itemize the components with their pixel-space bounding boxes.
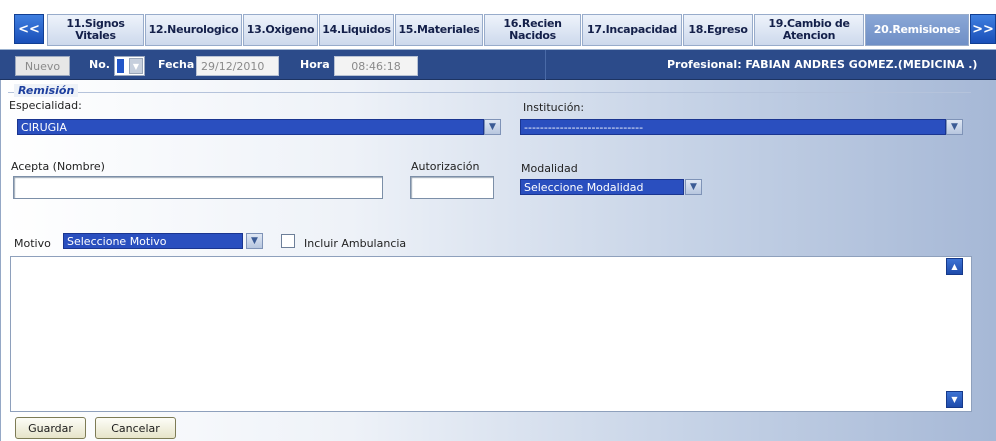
modalidad-label: Modalidad [521,162,578,175]
institucion-select[interactable]: ------------------------------ [520,119,946,135]
tab-materiales[interactable]: 15.Materiales [395,14,483,46]
hora-field[interactable]: 08:46:18 [334,56,418,76]
remision-legend: Remisión [14,84,79,97]
no-label: No. [89,58,110,71]
chevron-down-icon[interactable]: ▼ [484,119,501,135]
guardar-button[interactable]: Guardar [15,417,86,439]
institucion-label: Institución: [523,101,585,114]
tab-cambio-de-atencion[interactable]: 19.Cambio de Atencion [754,14,864,46]
motivo-textarea[interactable] [10,256,972,412]
incluir-ambulancia-label[interactable]: Incluir Ambulancia [304,237,406,250]
toolbar-divider [545,50,546,80]
tab-liquidos[interactable]: 14.Liquidos [319,14,394,46]
chevron-down-icon[interactable]: ▼ [685,179,702,195]
tab-neurologico[interactable]: 12.Neurologico [145,14,242,46]
cancelar-button[interactable]: Cancelar [95,417,176,439]
remision-fieldset-border [8,92,971,93]
record-toolbar: Nuevo No. ▼ Fecha 29/12/2010 Hora 08:46:… [0,50,996,80]
chevron-down-icon[interactable]: ▼ [946,119,963,135]
tab-recien-nacidos[interactable]: 16.Recien Nacidos [484,14,581,46]
acepta-label: Acepta (Nombre) [11,160,105,173]
hora-label: Hora [300,58,330,71]
tab-egreso[interactable]: 18.Egreso [683,14,753,46]
tab-remisiones[interactable]: 20.Remisiones [865,14,969,46]
arrow-down-icon[interactable]: ▼ [946,391,963,408]
arrow-up-icon[interactable]: ▲ [946,258,963,275]
chevron-down-icon[interactable]: ▼ [129,58,143,74]
tab-incapacidad[interactable]: 17.Incapacidad [582,14,682,46]
acepta-nombre-input[interactable] [13,176,383,199]
no-selection-marker [117,59,124,73]
fecha-field[interactable]: 29/12/2010 [196,56,279,76]
tab-signos-vitales[interactable]: 11.Signos Vitales [47,14,144,46]
fecha-label: Fecha [158,58,195,71]
autorizacion-label: Autorización [411,160,480,173]
profesional-text: Profesional: FABIAN ANDRES GOMEZ.(MEDICI… [667,58,978,71]
chevron-down-icon[interactable]: ▼ [246,233,263,249]
tabs-next-button[interactable]: >> [970,14,996,44]
tabs-prev-button[interactable]: << [14,14,44,44]
especialidad-select[interactable]: CIRUGIA [17,119,484,135]
tab-oxigeno[interactable]: 13.Oxigeno [243,14,318,46]
motivo-select[interactable]: Seleccione Motivo [63,233,243,249]
motivo-label: Motivo [14,237,51,250]
tab-bar: << 11.Signos Vitales 12.Neurologico 13.O… [0,0,996,50]
nuevo-button[interactable]: Nuevo [15,56,70,76]
autorizacion-input[interactable] [410,176,494,199]
no-select[interactable]: ▼ [114,56,145,76]
modalidad-select[interactable]: Seleccione Modalidad [520,179,684,195]
incluir-ambulancia-checkbox[interactable] [281,234,295,248]
especialidad-label: Especialidad: [9,99,82,112]
